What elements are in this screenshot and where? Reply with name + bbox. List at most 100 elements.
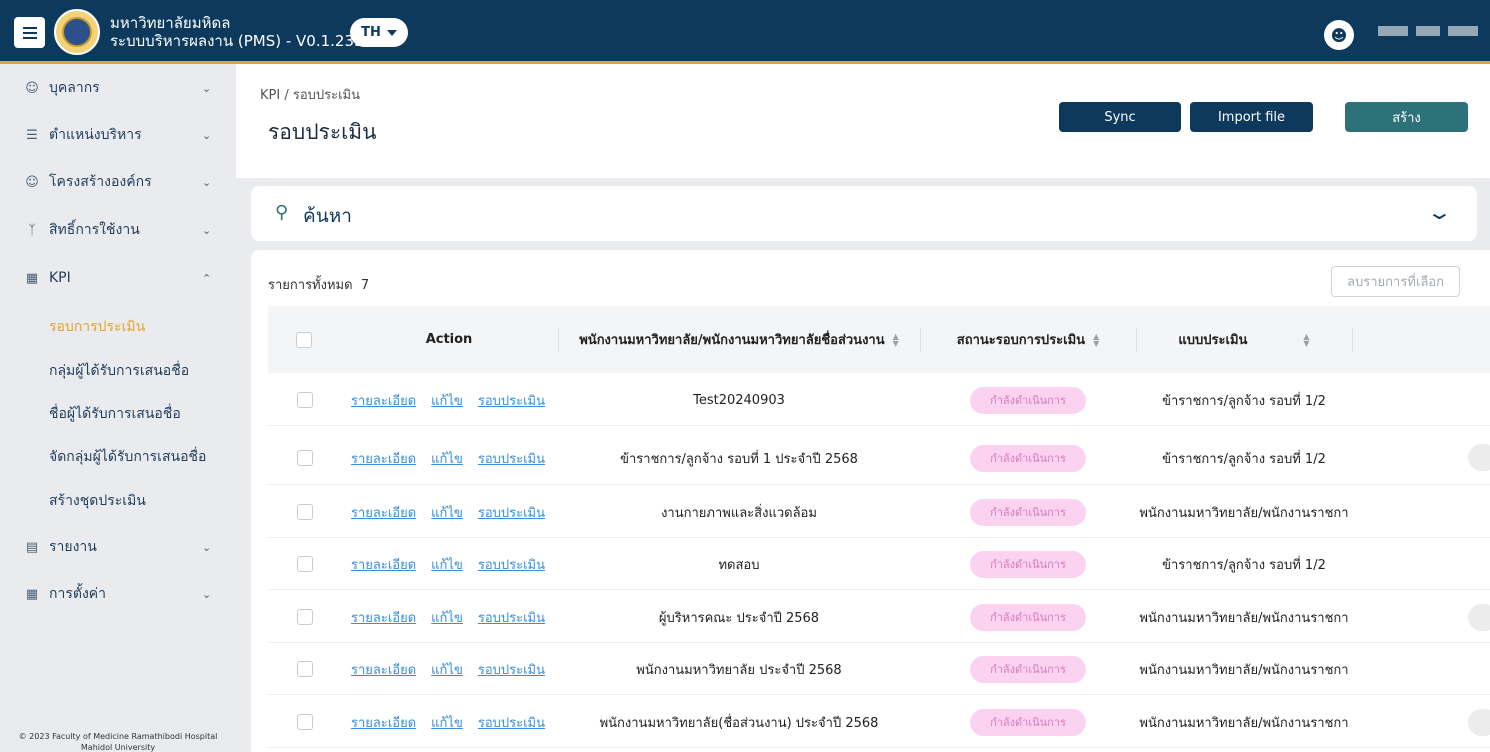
edit-link[interactable]: แก้ไข <box>431 502 463 523</box>
evaluation-round-link[interactable]: รอบประเมิน <box>478 712 545 733</box>
sidebar-item-org-structure[interactable]: ☺ โครงสร้างองค์กร ⌄ <box>0 162 236 202</box>
sidebar-sub-evaluation-round[interactable]: รอบการประเมิน <box>49 316 145 338</box>
sidebar-item-label: โครงสร้างองค์กร <box>49 174 152 190</box>
sidebar: ☺ บุคลากร ⌄ ☰ ตำแหน่งบริหาร ⌄ ☺ โครงสร้า… <box>0 64 236 752</box>
table-panel: รายการทั้งหมด 7 ลบรายการที่เลือก Action … <box>251 250 1490 752</box>
evaluation-round-link[interactable]: รอบประเมิน <box>478 659 545 680</box>
sidebar-item-label: สิทธิ์การใช้งาน <box>49 222 140 238</box>
column-header-name[interactable]: พนักงานมหาวิทยาลัย/พนักงานมหาวิทยาลัยชื่… <box>558 306 920 373</box>
column-header-form[interactable]: แบบประเมิน ▲ ▼ <box>1136 306 1352 373</box>
table-row: รายละเอียด แก้ไข รอบประเมิน พนักงานมหาวิทยา… <box>268 696 1490 748</box>
row-checkbox[interactable] <box>297 504 313 520</box>
detail-link[interactable]: รายละเอียด <box>351 712 416 733</box>
sort-icon[interactable]: ▲ ▼ <box>893 332 899 347</box>
row-checkbox[interactable] <box>297 392 313 408</box>
row-status-cell: กำลังดำเนินการ <box>920 374 1136 426</box>
sidebar-sub-nominee-names[interactable]: ชื่อผู้ได้รับการเสนอชื่อ <box>49 403 181 425</box>
edit-link[interactable]: แก้ไข <box>431 659 463 680</box>
sidebar-item-settings[interactable]: ▦ การตั้งค่า ⌄ <box>0 574 236 614</box>
document-icon: ▤ <box>25 539 39 555</box>
sort-icon[interactable]: ▲ ▼ <box>1093 332 1099 347</box>
sidebar-item-reports[interactable]: ▤ รายงาน ⌄ <box>0 527 236 567</box>
row-actions: รายละเอียด แก้ไข รอบประเมิน <box>351 643 560 695</box>
edit-link[interactable]: แก้ไข <box>431 390 463 411</box>
sidebar-item-permissions[interactable]: ᛉ สิทธิ์การใช้งาน ⌄ <box>0 210 236 250</box>
evaluation-round-link[interactable]: รอบประเมิน <box>478 554 545 575</box>
evaluation-round-link[interactable]: รอบประเมิน <box>478 390 545 411</box>
row-status-cell: กำลังดำเนินการ <box>920 643 1136 695</box>
row-extra-badge[interactable] <box>1468 444 1490 471</box>
row-actions: รายละเอียด แก้ไข รอบประเมิน <box>351 696 560 748</box>
edit-link[interactable]: แก้ไข <box>431 448 463 469</box>
row-checkbox[interactable] <box>297 661 313 677</box>
row-checkbox[interactable] <box>297 714 313 730</box>
edit-link[interactable]: แก้ไข <box>431 607 463 628</box>
grid-icon: ▦ <box>25 270 39 286</box>
row-form: ข้าราชการ/ลูกจ้าง รอบที่ 1/2 <box>1162 557 1326 573</box>
sync-button[interactable]: Sync <box>1059 102 1181 132</box>
detail-link[interactable]: รายละเอียด <box>351 659 416 680</box>
language-label: TH <box>361 25 381 40</box>
detail-link[interactable]: รายละเอียด <box>351 502 416 523</box>
chevron-down-icon: ⌄ <box>202 587 212 601</box>
sidebar-item-kpi[interactable]: ▦ KPI ⌃ <box>0 258 236 298</box>
evaluation-round-link[interactable]: รอบประเมิน <box>478 502 545 523</box>
row-extra-badge[interactable] <box>1468 709 1490 736</box>
row-name: พนักงานมหาวิทยาลัย(ชื่อส่วนงาน) ประจำปี … <box>599 715 879 731</box>
calculator-icon: ▦ <box>25 586 39 602</box>
detail-link[interactable]: รายละเอียด <box>351 607 416 628</box>
table-header: Action พนักงานมหาวิทยาลัย/พนักงานมหาวิทย… <box>268 306 1490 373</box>
chevron-down-icon: ⌄ <box>202 540 212 554</box>
row-actions: รายละเอียด แก้ไข รอบประเมิน <box>351 538 560 590</box>
page-header: KPI / รอบประเมิน รอบประเมิน Sync Import … <box>236 64 1490 178</box>
table-row: รายละเอียด แก้ไข รอบประเมิน ข้าราชการ/ลูกจ้… <box>268 431 1490 485</box>
status-badge: กำลังดำเนินการ <box>970 550 1086 578</box>
detail-link[interactable]: รายละเอียด <box>351 448 416 469</box>
delete-selected-button[interactable]: ลบรายการที่เลือก <box>1331 266 1460 297</box>
select-all-checkbox[interactable] <box>296 331 312 348</box>
chevron-up-icon: ⌃ <box>202 271 212 285</box>
sort-icon[interactable]: ▲ ▼ <box>1303 332 1309 347</box>
edit-link[interactable]: แก้ไข <box>431 554 463 575</box>
row-checkbox-cell <box>297 643 313 695</box>
status-badge: กำลังดำเนินการ <box>970 708 1086 736</box>
branch-icon: ᛉ <box>28 222 36 238</box>
evaluation-round-link[interactable]: รอบประเมิน <box>478 448 545 469</box>
chevron-down-icon: ⌄ <box>202 175 212 189</box>
create-button[interactable]: สร้าง <box>1345 102 1468 132</box>
row-checkbox-cell <box>297 374 313 426</box>
search-panel[interactable]: ⚲ ค้นหา ⌄ <box>251 186 1477 241</box>
sidebar-item-executive-position[interactable]: ☰ ตำแหน่งบริหาร ⌄ <box>0 115 236 155</box>
edit-link[interactable]: แก้ไข <box>431 712 463 733</box>
row-checkbox-cell <box>297 696 313 748</box>
chevron-down-icon[interactable]: ⌄ <box>1426 200 1453 224</box>
import-file-button[interactable]: Import file <box>1190 102 1313 132</box>
caret-down-icon <box>386 29 397 36</box>
row-name: งานกายภาพและสิ่งแวดล้อม <box>661 505 817 521</box>
row-form: พนักงานมหาวิทยาลัย/พนักงานราชกา <box>1139 662 1349 678</box>
column-header-status[interactable]: สถานะรอบการประเมิน ▲ ▼ <box>920 306 1136 373</box>
detail-link[interactable]: รายละเอียด <box>351 390 416 411</box>
row-extra-badge[interactable] <box>1468 604 1490 631</box>
language-selector[interactable]: TH <box>350 18 408 47</box>
row-checkbox[interactable] <box>297 450 313 466</box>
select-all-cell <box>268 306 340 373</box>
user-avatar-icon[interactable]: ☻ <box>1324 20 1354 50</box>
sidebar-sub-nominee-groups[interactable]: กลุ่มผู้ได้รับการเสนอชื่อ <box>49 360 189 382</box>
row-checkbox[interactable] <box>297 556 313 572</box>
status-badge: กำลังดำเนินการ <box>970 386 1086 414</box>
user-name-redacted[interactable] <box>1378 26 1478 36</box>
row-form: พนักงานมหาวิทยาลัย/พนักงานราชกา <box>1139 610 1349 626</box>
menu-icon[interactable] <box>14 17 45 48</box>
detail-link[interactable]: รายละเอียด <box>351 554 416 575</box>
sidebar-item-personnel[interactable]: ☺ บุคลากร ⌄ <box>0 68 236 108</box>
sidebar-sub-create-evaluation-set[interactable]: สร้างชุดประเมิน <box>49 490 146 512</box>
evaluation-round-link[interactable]: รอบประเมิน <box>478 607 545 628</box>
sidebar-sub-group-nominees[interactable]: จัดกลุ่มผู้ได้รับการเสนอชื่อ <box>49 446 206 468</box>
table-row: รายละเอียด แก้ไข รอบประเมิน พนักงานมหาวิทยา… <box>268 643 1490 695</box>
row-status-cell: กำลังดำเนินการ <box>920 486 1136 538</box>
row-actions: รายละเอียด แก้ไข รอบประเมิน <box>351 486 560 538</box>
row-name: ผู้บริหารคณะ ประจำปี 2568 <box>658 610 820 626</box>
status-badge: กำลังดำเนินการ <box>970 655 1086 683</box>
row-checkbox[interactable] <box>297 609 313 625</box>
